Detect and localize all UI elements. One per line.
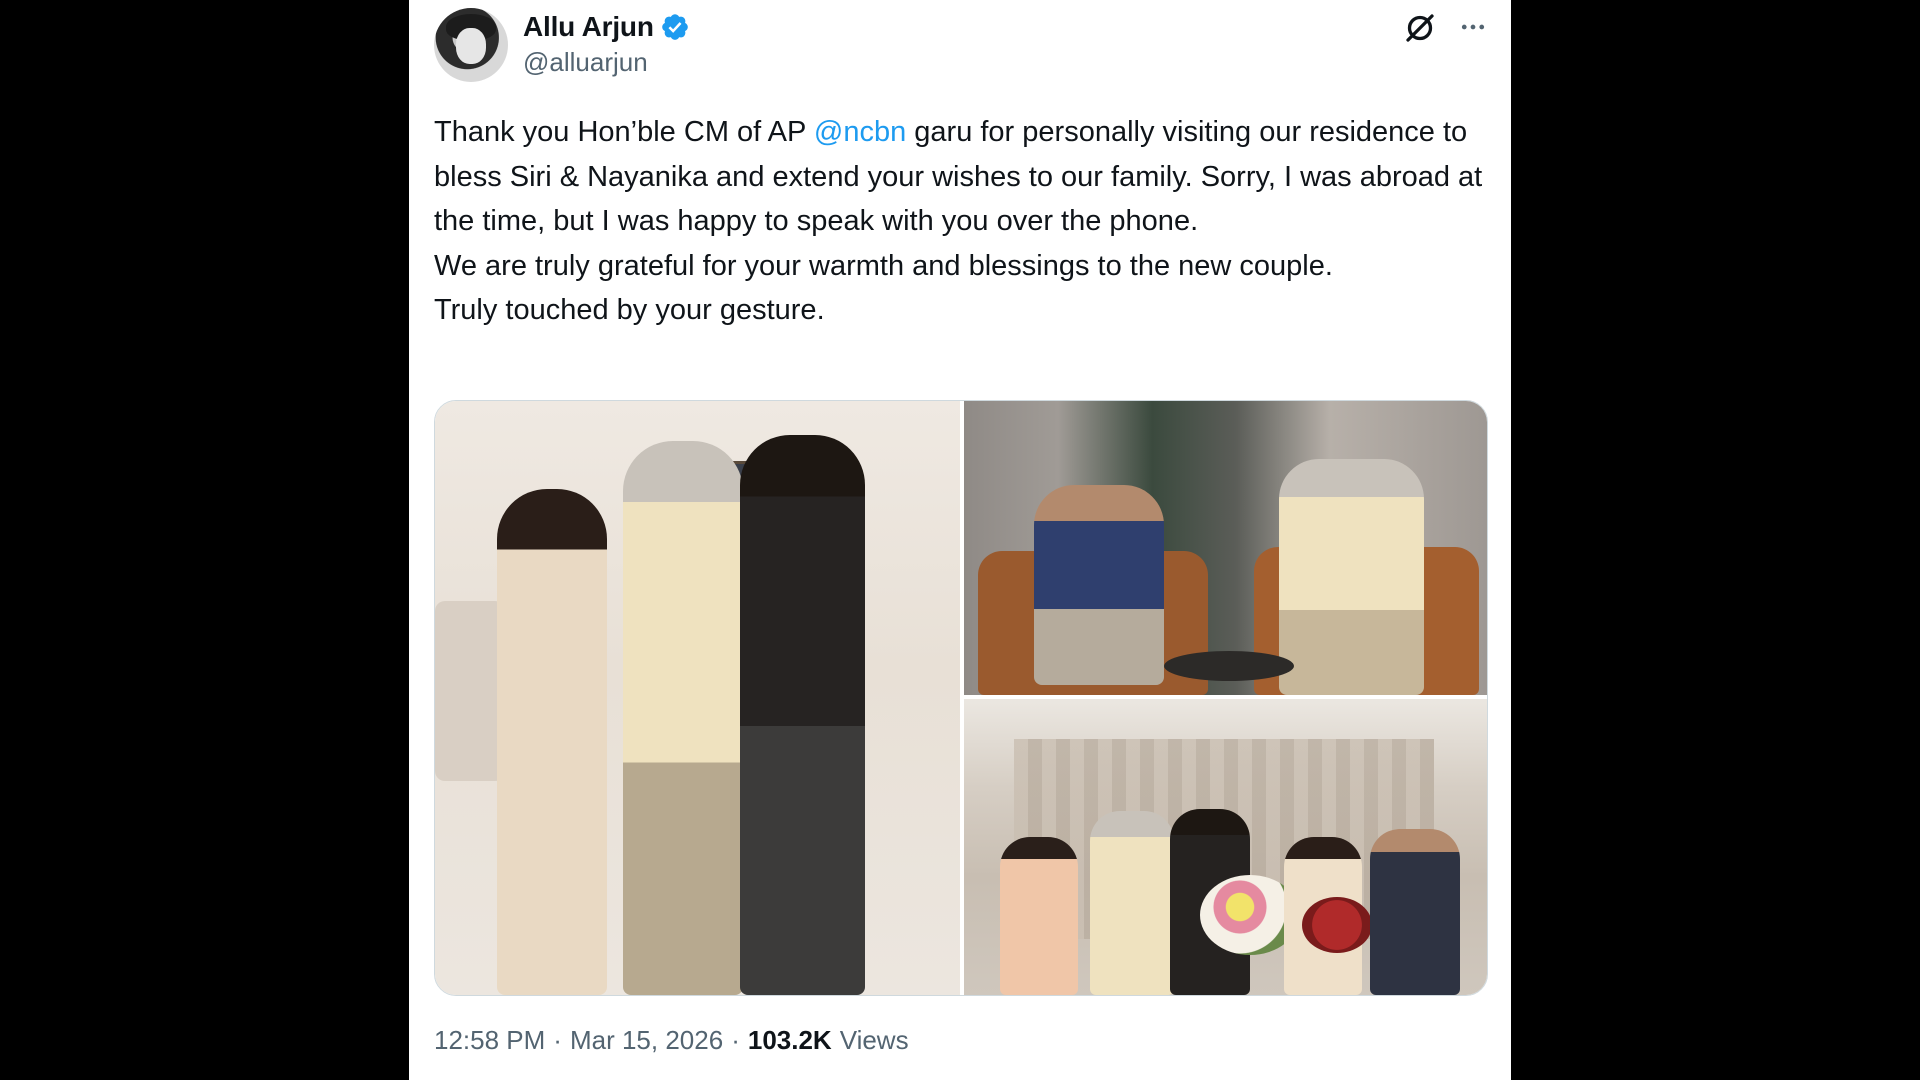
tweet-text-before-mention: Thank you Hon’ble CM of AP [434,116,814,148]
tweet-paragraph-3: Truly touched by your gesture. [434,294,825,327]
photo-2-person-right [1279,459,1424,695]
author-display-name[interactable]: Allu Arjun [523,11,654,43]
tweet-card: Allu Arjun @alluarjun Thank you Hon’ble … [409,0,1511,1080]
tweet-photo-3[interactable] [964,699,1487,995]
tweet-photo-2[interactable] [964,401,1487,695]
tweet-paragraph-1: Thank you Hon’ble CM of AP @ncbn garu fo… [434,110,1494,244]
photo-3-person-2 [1090,811,1174,995]
author-handle[interactable]: @alluarjun [523,47,648,78]
meta-separator: · [553,1025,562,1055]
tweet-photo-1[interactable] [435,401,960,995]
tweet-date[interactable]: Mar 15, 2026 [570,1025,723,1056]
photo-1-chair [435,601,505,781]
tweet-meta: 12:58 PM · Mar 15, 2026 · 103.2K Views [434,1025,909,1056]
verified-badge-icon [661,14,688,40]
tweet-paragraph-2: We are truly grateful for your warmth an… [434,249,1333,282]
meta-separator: · [731,1025,740,1055]
author-name-row[interactable]: Allu Arjun [523,8,690,46]
tweet-media-grid [434,400,1488,996]
photo-3-person-1 [1000,837,1078,995]
photo-1-person-2 [623,441,743,995]
views-label: Views [839,1025,909,1055]
avatar-face [456,28,486,64]
grok-icon[interactable] [1402,10,1438,46]
mention-link[interactable]: @ncbn [814,116,906,148]
photo-2-person-left [1034,485,1164,685]
tweet-text: Thank you Hon’ble CM of AP @ncbn garu fo… [434,110,1494,333]
photo-1-person-3 [740,435,865,995]
photo-3-person-5 [1370,829,1460,995]
more-icon[interactable] [1456,12,1490,42]
photo-3-roses [1302,897,1372,953]
tweet-time[interactable]: 12:58 PM [434,1025,545,1056]
avatar[interactable] [434,8,508,82]
photo-1-person-1 [497,489,607,995]
photo-2-table [1164,651,1294,681]
views-count: 103.2K [747,1025,832,1055]
